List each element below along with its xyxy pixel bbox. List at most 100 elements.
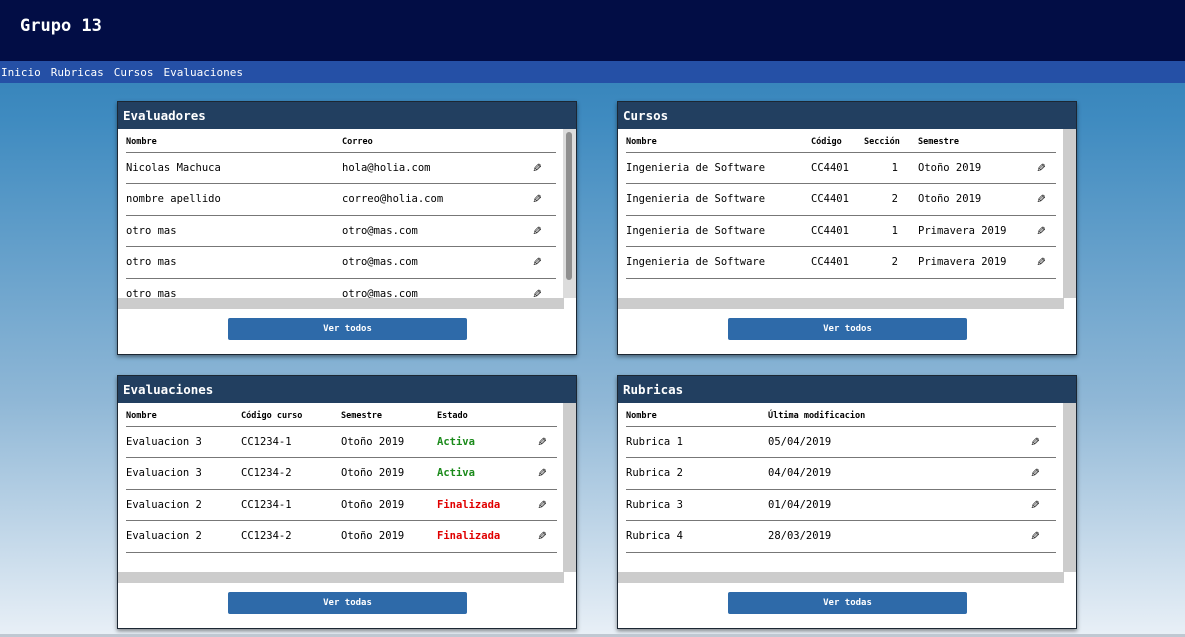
rubrica-nombre: Rubrica 1 xyxy=(626,426,768,458)
evaluacion-semestre: Otoño 2019 xyxy=(341,457,437,490)
rubricas-table: Nombre Última modificacion Rubrica 1 05/… xyxy=(626,406,1056,553)
curso-seccion: 1 xyxy=(864,152,918,184)
evaluacion-semestre: Otoño 2019 xyxy=(341,489,437,521)
nav-inicio[interactable]: Inicio xyxy=(1,66,41,79)
status-badge: Finalizada xyxy=(437,520,527,553)
vertical-scrollbar[interactable] xyxy=(1063,403,1076,572)
curso-semestre: Otoño 2019 xyxy=(918,183,1026,216)
horizontal-scrollbar[interactable] xyxy=(618,572,1064,583)
table-row: Evaluacion 3 CC1234-2 Otoño 2019 Activa … xyxy=(126,457,557,490)
pencil-icon[interactable]: ✎ xyxy=(1031,434,1039,450)
column-header-actions xyxy=(1026,132,1056,153)
pencil-icon[interactable]: ✎ xyxy=(1031,528,1039,544)
table-row: Evaluacion 3 CC1234-1 Otoño 2019 Activa … xyxy=(126,426,557,458)
curso-codigo: CC4401 xyxy=(811,183,864,216)
rubricas-footer: Ver todas xyxy=(618,583,1076,629)
column-header-ultima-modificacion: Última modificacion xyxy=(768,406,1014,427)
vertical-scrollbar[interactable] xyxy=(563,403,576,572)
evaluacion-codigo: CC1234-2 xyxy=(241,520,341,553)
horizontal-scrollbar[interactable] xyxy=(118,572,564,583)
evaluaciones-title: Evaluaciones xyxy=(118,376,576,403)
evaluador-nombre: otro mas xyxy=(126,246,342,279)
evaluador-correo: otro@mas.com xyxy=(342,215,518,247)
column-header-correo: Correo xyxy=(342,132,518,153)
curso-semestre: Primavera 2019 xyxy=(918,246,1026,279)
rubrica-fecha: 28/03/2019 xyxy=(768,520,1014,553)
curso-codigo: CC4401 xyxy=(811,215,864,247)
pencil-icon[interactable]: ✎ xyxy=(533,223,541,239)
status-badge: Activa xyxy=(437,457,527,490)
pencil-icon[interactable]: ✎ xyxy=(1037,254,1045,270)
status-badge: Finalizada xyxy=(437,489,527,521)
curso-seccion: 2 xyxy=(864,246,918,279)
horizontal-scrollbar[interactable] xyxy=(118,298,564,309)
column-header-actions xyxy=(1014,406,1056,427)
horizontal-scrollbar[interactable] xyxy=(618,298,1064,309)
main-nav: Inicio Rubricas Cursos Evaluaciones xyxy=(0,61,1185,83)
brand-title: Grupo 13 xyxy=(20,16,102,36)
column-header-semestre: Semestre xyxy=(341,406,437,427)
nav-cursos[interactable]: Cursos xyxy=(114,66,154,79)
evaluadores-footer: Ver todos xyxy=(118,309,576,355)
column-header-actions xyxy=(527,406,557,427)
pencil-icon[interactable]: ✎ xyxy=(1031,465,1039,481)
cursos-table: Nombre Código Sección Semestre Ingenieri… xyxy=(626,132,1056,279)
evaluador-nombre: nombre apellido xyxy=(126,183,342,216)
table-row: Rubrica 4 28/03/2019 ✎ xyxy=(626,520,1056,553)
table-row: otro mas otro@mas.com ✎ xyxy=(126,215,556,247)
vertical-scrollbar[interactable] xyxy=(563,129,576,298)
evaluacion-nombre: Evaluacion 2 xyxy=(126,489,241,521)
pencil-icon[interactable]: ✎ xyxy=(533,254,541,270)
pencil-icon[interactable]: ✎ xyxy=(1037,160,1045,176)
evaluador-correo: hola@holia.com xyxy=(342,152,518,184)
curso-nombre: Ingenieria de Software xyxy=(626,246,811,279)
scrollbar-thumb[interactable] xyxy=(566,132,572,280)
pencil-icon[interactable]: ✎ xyxy=(1037,191,1045,207)
rubrica-fecha: 04/04/2019 xyxy=(768,457,1014,490)
evaluador-correo: correo@holia.com xyxy=(342,183,518,216)
evaluadores-table: Nombre Correo Nicolas Machuca hola@holia… xyxy=(126,132,556,309)
pencil-icon[interactable]: ✎ xyxy=(538,528,546,544)
column-header-codigo-curso: Código curso xyxy=(241,406,341,427)
rubrica-nombre: Rubrica 2 xyxy=(626,457,768,490)
curso-semestre: Primavera 2019 xyxy=(918,215,1026,247)
rubrica-nombre: Rubrica 4 xyxy=(626,520,768,553)
evaluadores-card: Evaluadores Nombre Correo Nicolas Machuc… xyxy=(117,101,577,355)
rubricas-title: Rubricas xyxy=(618,376,1076,403)
column-header-codigo: Código xyxy=(811,132,864,153)
rubrica-fecha: 01/04/2019 xyxy=(768,489,1014,521)
table-row: Evaluacion 2 CC1234-2 Otoño 2019 Finaliz… xyxy=(126,520,557,553)
evaluacion-codigo: CC1234-1 xyxy=(241,426,341,458)
nav-evaluaciones[interactable]: Evaluaciones xyxy=(163,66,242,79)
column-header-semestre: Semestre xyxy=(918,132,1026,153)
table-row: Rubrica 3 01/04/2019 ✎ xyxy=(626,489,1056,521)
ver-todas-evaluaciones-button[interactable]: Ver todas xyxy=(228,592,467,614)
curso-nombre: Ingenieria de Software xyxy=(626,215,811,247)
pencil-icon[interactable]: ✎ xyxy=(1037,223,1045,239)
nav-rubricas[interactable]: Rubricas xyxy=(51,66,104,79)
ver-todos-evaluadores-button[interactable]: Ver todos xyxy=(228,318,467,340)
pencil-icon[interactable]: ✎ xyxy=(1031,497,1039,513)
pencil-icon[interactable]: ✎ xyxy=(538,497,546,513)
ver-todos-cursos-button[interactable]: Ver todos xyxy=(728,318,967,340)
evaluador-nombre: otro mas xyxy=(126,215,342,247)
ver-todas-rubricas-button[interactable]: Ver todas xyxy=(728,592,967,614)
top-header: Grupo 13 xyxy=(0,0,1185,61)
cursos-body: Nombre Código Sección Semestre Ingenieri… xyxy=(618,129,1076,309)
vertical-scrollbar[interactable] xyxy=(1063,129,1076,298)
status-badge: Activa xyxy=(437,426,527,458)
evaluacion-codigo: CC1234-1 xyxy=(241,489,341,521)
table-row: Ingenieria de Software CC4401 2 Otoño 20… xyxy=(626,183,1056,216)
evaluacion-semestre: Otoño 2019 xyxy=(341,426,437,458)
evaluadores-title: Evaluadores xyxy=(118,102,576,129)
curso-codigo: CC4401 xyxy=(811,152,864,184)
evaluaciones-table: Nombre Código curso Semestre Estado Eval… xyxy=(126,406,557,553)
curso-semestre: Otoño 2019 xyxy=(918,152,1026,184)
table-row: Rubrica 1 05/04/2019 ✎ xyxy=(626,426,1056,458)
pencil-icon[interactable]: ✎ xyxy=(538,465,546,481)
column-header-estado: Estado xyxy=(437,406,527,427)
pencil-icon[interactable]: ✎ xyxy=(533,160,541,176)
pencil-icon[interactable]: ✎ xyxy=(538,434,546,450)
pencil-icon[interactable]: ✎ xyxy=(533,191,541,207)
rubricas-card: Rubricas Nombre Última modificacion Rubr… xyxy=(617,375,1077,629)
